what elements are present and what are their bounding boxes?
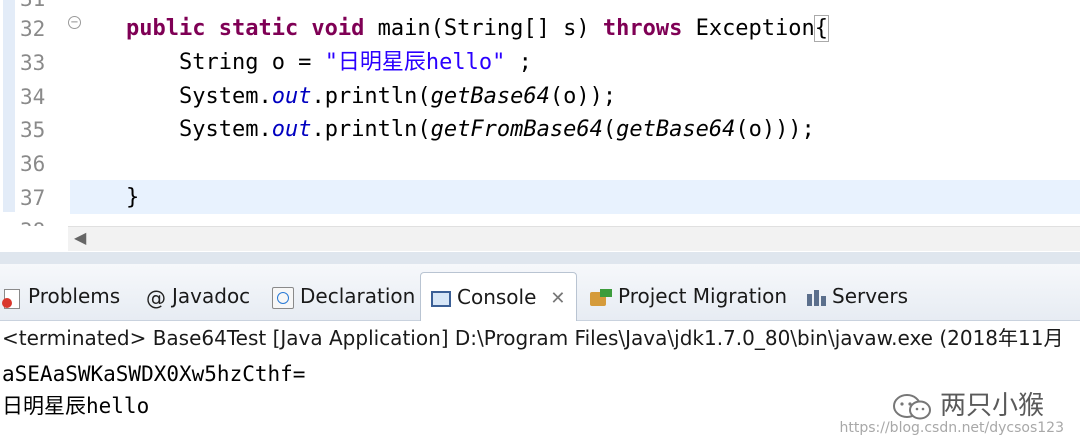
horizontal-scrollbar[interactable]: ◀ [68, 226, 1080, 251]
tab-label: Declaration [300, 284, 416, 308]
view-tab-bar: Problems @ Javadoc Declaration Console ✕ P… [0, 264, 1080, 322]
code-keyword: public static void [126, 16, 365, 41]
code-field: out [271, 84, 312, 109]
line-number: 34 [20, 85, 46, 109]
code-method: getBase64 [616, 117, 736, 142]
close-icon[interactable]: ✕ [550, 288, 565, 309]
code-text: String o = [126, 50, 325, 75]
tab-label: Project Migration [618, 284, 788, 308]
tab-declaration[interactable]: Declaration [272, 272, 415, 320]
code-text: System. [126, 117, 272, 142]
code-line: System.out.println(getBase64(o)); [126, 80, 616, 114]
watermark-url: https://blog.csdn.net/dycsos123 [839, 420, 1065, 436]
watermark-logo-icon [892, 393, 931, 419]
line-number: 36 [20, 152, 46, 176]
code-text: Exception [682, 16, 815, 41]
line-number: 33 [20, 51, 46, 75]
code-string: "日明星辰hello" [324, 50, 506, 75]
code-method: getBase64 [430, 84, 550, 109]
code-text: (o))); [735, 117, 815, 142]
current-line-highlight [70, 180, 1080, 214]
code-editor[interactable]: 31 32 33 34 35 36 37 38 − public static … [0, 0, 1080, 226]
overview-ruler [0, 0, 18, 226]
view-separator [0, 252, 1080, 264]
tab-label: Problems [28, 284, 121, 308]
code-field: out [271, 117, 312, 142]
console-output-line: 日明星辰hello [2, 394, 150, 418]
code-area[interactable]: public static void main(String[] s) thro… [70, 0, 1080, 226]
tab-javadoc[interactable]: @ Javadoc [146, 272, 250, 320]
tab-console[interactable]: Console ✕ [420, 272, 577, 322]
javadoc-icon: @ [146, 285, 166, 310]
code-text: ( [602, 117, 617, 142]
servers-icon [806, 288, 826, 308]
code-text: } [126, 185, 140, 210]
code-text: ; [505, 50, 532, 75]
tab-label: Javadoc [172, 284, 251, 308]
code-text: .println( [311, 117, 431, 142]
ruler-stripe [3, 0, 15, 212]
code-line: String o = "日明星辰hello" ; [126, 46, 532, 80]
line-number: 32 [20, 17, 46, 41]
code-text: .println( [311, 84, 431, 109]
tab-servers[interactable]: Servers [806, 272, 908, 320]
console-icon [431, 290, 451, 307]
code-text: main(String[] s) [364, 16, 603, 41]
code-keyword: throws [602, 16, 683, 41]
code-bracket: { [813, 15, 830, 42]
tab-project-migration[interactable]: Project Migration [590, 272, 787, 320]
problems-icon [2, 288, 22, 309]
tab-label: Servers [832, 284, 909, 308]
tab-problems[interactable]: Problems [2, 272, 120, 320]
tab-label: Console [457, 285, 537, 309]
line-number-gutter: 31 32 33 34 35 36 37 38 − [18, 0, 81, 226]
code-line: public static void main(String[] s) thro… [126, 12, 830, 46]
code-line: } [126, 181, 139, 215]
console-output-line: aSEAaSWKaSWDX0Xw5hzCthf= [2, 362, 306, 386]
code-method: getFromBase64 [430, 117, 603, 142]
declaration-icon [272, 286, 294, 309]
watermark: 两只小猴 [892, 385, 1044, 422]
code-text: (o)); [549, 84, 617, 109]
line-number: 35 [20, 118, 46, 142]
code-text: System. [126, 84, 272, 109]
console-process-header: <terminated> Base64Test [Java Applicatio… [2, 326, 1064, 350]
code-line: System.out.println(getFromBase64(getBase… [126, 113, 815, 147]
line-number: 38 [20, 214, 66, 226]
project-migration-icon [590, 288, 612, 307]
watermark-label: 两只小猴 [939, 391, 1044, 421]
line-number: 37 [20, 186, 46, 210]
scroll-left-icon[interactable]: ◀ [74, 228, 86, 247]
